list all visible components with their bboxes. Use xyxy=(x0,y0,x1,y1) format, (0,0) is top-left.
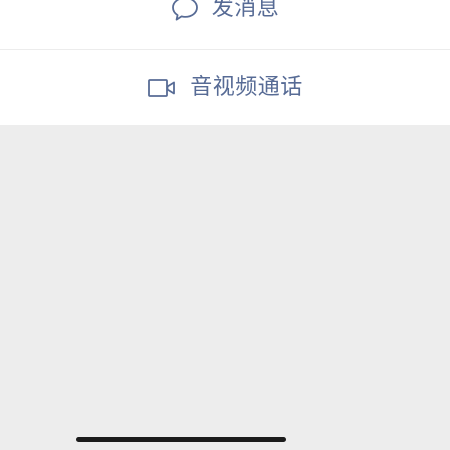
send-message-button[interactable]: 发消息 xyxy=(0,0,450,50)
video-camera-icon xyxy=(147,77,177,99)
action-panel: 发消息 音视频通话 xyxy=(0,0,450,125)
home-indicator[interactable] xyxy=(76,437,286,442)
video-call-content: 音视频通话 xyxy=(147,77,303,99)
video-call-button[interactable]: 音视频通话 xyxy=(0,50,450,125)
send-message-label: 发消息 xyxy=(211,0,280,21)
send-message-content: 发消息 xyxy=(171,0,280,22)
video-call-label: 音视频通话 xyxy=(190,75,303,100)
chat-bubble-icon xyxy=(171,0,199,22)
